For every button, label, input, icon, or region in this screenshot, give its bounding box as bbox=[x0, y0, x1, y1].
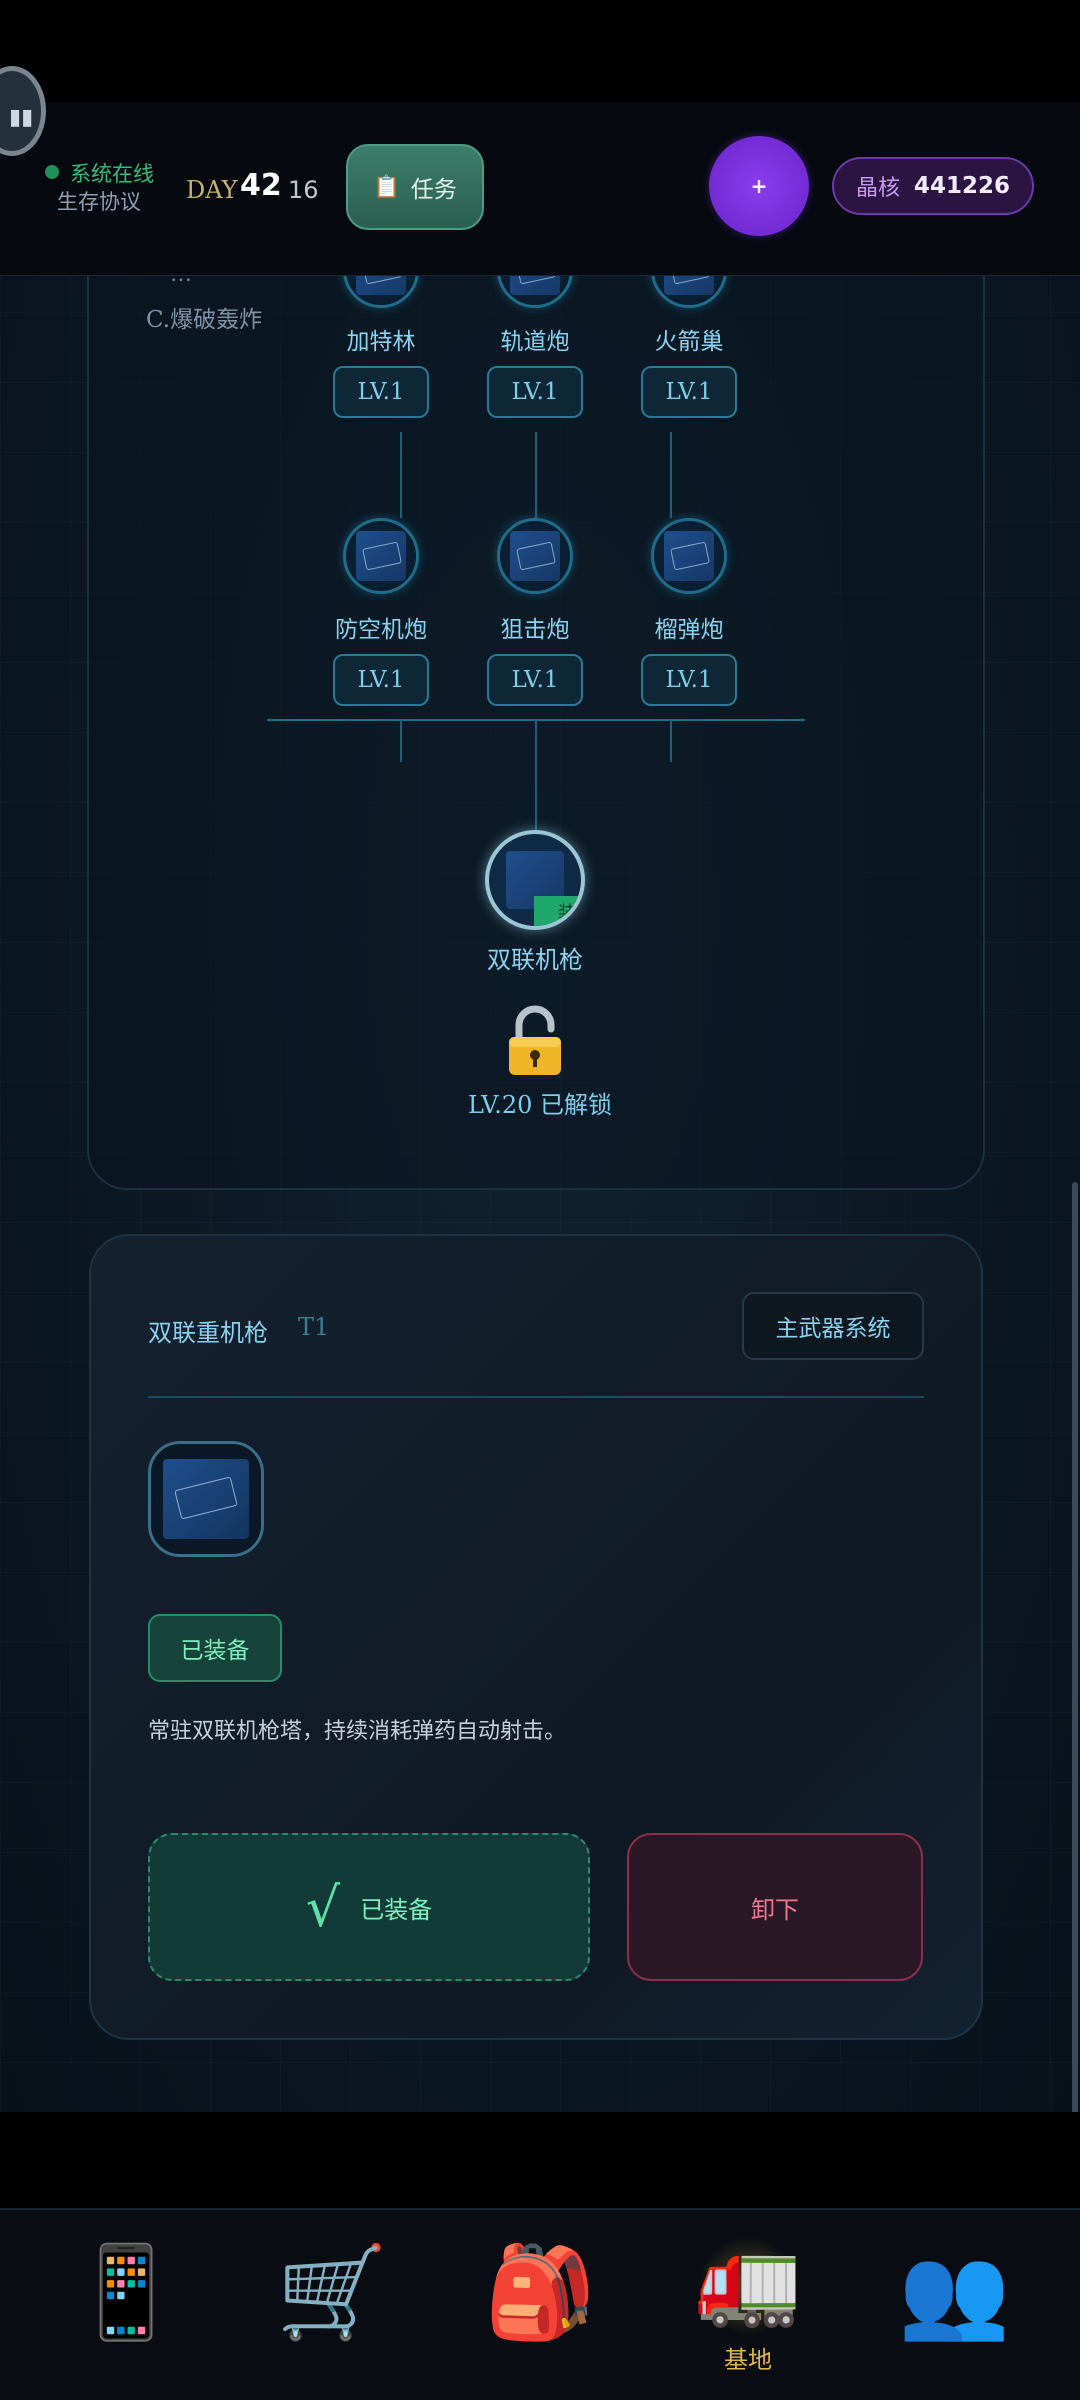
truck-icon: 🚛 bbox=[694, 2231, 802, 2331]
day-number: 42 bbox=[240, 168, 282, 203]
twin-machine-gun-image bbox=[163, 1459, 249, 1539]
connector-line bbox=[400, 432, 402, 518]
add-button[interactable]: + bbox=[709, 136, 809, 236]
system-online-label: 系统在线 bbox=[70, 162, 154, 186]
level-badge-rocket-nest[interactable]: LV.1 bbox=[641, 366, 737, 418]
crystal-currency[interactable]: 晶核 441226 bbox=[832, 157, 1034, 215]
node-name-sniper: 狙击炮 bbox=[500, 617, 570, 643]
connector-line bbox=[400, 720, 402, 762]
equipped-button-label: 已装备 bbox=[360, 1895, 433, 1924]
node-name-gatling: 加特林 bbox=[346, 329, 416, 355]
node-sniper-cannon[interactable] bbox=[497, 518, 573, 594]
equipped-marker: 装 bbox=[534, 896, 581, 926]
level-badge-railgun[interactable]: LV.1 bbox=[487, 366, 583, 418]
unlock-status: LV.20 已解锁 bbox=[467, 1091, 613, 1119]
scrollbar[interactable] bbox=[1072, 1182, 1078, 2112]
weapon-description: 常驻双联机枪塔，持续消耗弹药自动射击。 bbox=[148, 1719, 567, 1744]
cart-icon: 🛒 bbox=[275, 2240, 389, 2345]
side-option-demolition[interactable]: C.爆破轰炸 bbox=[146, 300, 262, 334]
check-icon: √ bbox=[305, 1875, 341, 1939]
node-name-grenade: 榴弹炮 bbox=[654, 617, 724, 643]
equipped-button[interactable]: √ 已装备 bbox=[148, 1833, 590, 1981]
connector-line bbox=[535, 720, 537, 832]
main-weapon-system-button[interactable]: 主武器系统 bbox=[742, 1292, 924, 1360]
screen: … C.爆破轰炸 加特林 轨道炮 火箭巢 LV.1 LV.1 LV.1 防空机炮… bbox=[0, 0, 1080, 2400]
day-subcounter: 16 bbox=[288, 176, 319, 204]
nav-shop[interactable]: 🛒 bbox=[224, 2208, 440, 2400]
connector-line bbox=[670, 432, 672, 518]
node-name-twin-machine-gun: 双联机枪 bbox=[487, 946, 583, 974]
day-label: DAY bbox=[186, 176, 238, 204]
online-status-dot bbox=[45, 165, 59, 179]
node-anti-air-cannon[interactable] bbox=[343, 518, 419, 594]
clipboard-icon: 📋 bbox=[373, 174, 401, 200]
pause-icon: ▮▮ bbox=[9, 105, 34, 130]
nav-label-base: 基地 bbox=[724, 2346, 772, 2374]
weapon-thumbnail bbox=[148, 1441, 264, 1557]
task-button[interactable]: 📋 任务 bbox=[346, 144, 484, 230]
survival-protocol-label: 生存协议 bbox=[57, 190, 141, 214]
anti-air-icon bbox=[356, 531, 406, 581]
node-twin-machine-gun[interactable]: 装 bbox=[485, 830, 585, 930]
node-name-anti-air: 防空机炮 bbox=[335, 617, 427, 643]
sniper-icon bbox=[510, 531, 560, 581]
connector-line bbox=[670, 720, 672, 762]
divider bbox=[148, 1396, 924, 1398]
level-badge-grenade[interactable]: LV.1 bbox=[641, 654, 737, 706]
unlocked-padlock-icon bbox=[509, 1005, 561, 1075]
grenade-launcher-icon bbox=[664, 531, 714, 581]
nav-team[interactable]: 👥 bbox=[846, 2208, 1062, 2400]
weapon-title: 双联重机枪 bbox=[148, 1319, 268, 1347]
phone-icon: 📱 bbox=[69, 2240, 183, 2345]
node-name-rocket-nest: 火箭巢 bbox=[654, 329, 724, 355]
weapon-tier: T1 bbox=[298, 1313, 330, 1341]
level-badge-gatling[interactable]: LV.1 bbox=[333, 366, 429, 418]
nav-backpack[interactable]: 🎒 bbox=[432, 2208, 648, 2400]
connector-line bbox=[535, 432, 537, 518]
node-name-railgun: 轨道炮 bbox=[500, 329, 570, 355]
crystal-value: 441226 bbox=[913, 173, 1011, 199]
node-grenade-launcher[interactable] bbox=[651, 518, 727, 594]
backpack-icon: 🎒 bbox=[483, 2240, 597, 2345]
level-badge-sniper[interactable]: LV.1 bbox=[487, 654, 583, 706]
people-icon: 👥 bbox=[897, 2240, 1011, 2345]
nav-base[interactable]: 🚛 基地 bbox=[640, 2198, 856, 2390]
nav-phone[interactable]: 📱 bbox=[18, 2208, 234, 2400]
level-badge-anti-air[interactable]: LV.1 bbox=[333, 654, 429, 706]
unload-button[interactable]: 卸下 bbox=[627, 1833, 923, 1981]
task-button-label: 任务 bbox=[410, 177, 457, 203]
equipped-badge: 已装备 bbox=[148, 1614, 282, 1682]
crystal-label: 晶核 bbox=[855, 176, 900, 201]
